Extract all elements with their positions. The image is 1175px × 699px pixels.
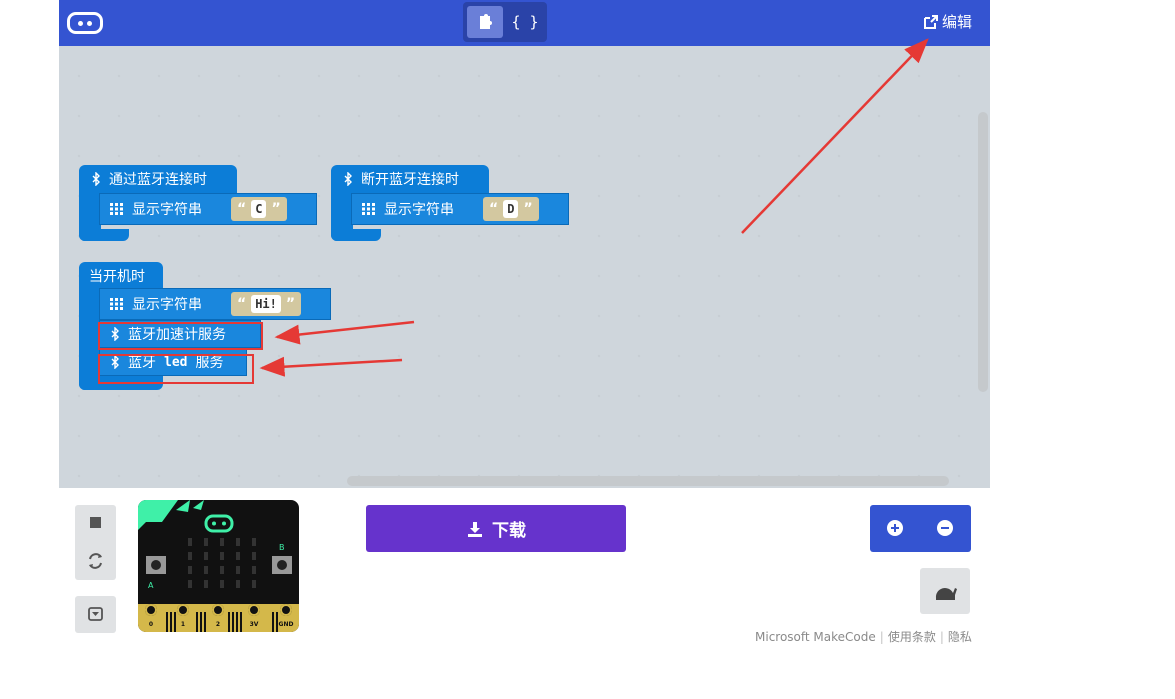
blocks-workspace[interactable]: 通过蓝牙连接时 显示字符串 “C” 断开蓝牙连接时 显示字符串 “ D ” 当开… [59, 46, 990, 488]
annotation-box [98, 322, 263, 350]
download-button[interactable]: 下载 [366, 505, 626, 552]
bluetooth-icon [92, 172, 100, 186]
annotation-box [98, 354, 254, 384]
external-link-icon [923, 15, 938, 29]
hat-label: 断开蓝牙连接时 [361, 172, 459, 188]
editor-toggle: { } [463, 2, 547, 42]
pin-label: 2 [216, 621, 220, 628]
makecode-editor: { } 编辑 通过蓝牙连接时 显示字符串 “ C ” 断开蓝牙连接时 显示字符串… [0, 0, 1175, 699]
string-value[interactable]: D [503, 200, 519, 218]
show-string-label: 显示字符串 [132, 202, 202, 218]
string-value[interactable]: C [251, 200, 267, 218]
pin-label: 0 [149, 621, 153, 628]
puzzle-icon [480, 14, 492, 29]
stop-icon [90, 517, 101, 528]
zoom-out-button[interactable] [920, 505, 971, 552]
javascript-mode-button[interactable]: { } [507, 6, 543, 38]
bluetooth-icon [344, 172, 352, 186]
led-grid-icon [110, 298, 123, 310]
string-input[interactable]: “Hi!” [231, 292, 302, 316]
hat-label: 当开机时 [89, 269, 145, 285]
footer: Microsoft MakeCode | 使用条款 | 隐私 [755, 630, 972, 644]
string-input[interactable]: “C” [231, 197, 287, 221]
led-grid-icon [110, 203, 123, 215]
string-value[interactable]: Hi! [251, 295, 281, 313]
pin-label: GND [279, 621, 294, 628]
download-label: 下载 [492, 521, 526, 541]
terms-link[interactable]: 使用条款 [888, 630, 936, 644]
show-string-label: 显示字符串 [132, 297, 202, 313]
horizontal-scrollbar[interactable] [347, 476, 949, 486]
pin-label: 1 [181, 621, 185, 628]
simulator-controls [75, 505, 116, 580]
minus-circle-icon [937, 520, 953, 536]
collapse-simulator-button[interactable] [75, 596, 116, 633]
string-input[interactable]: “D” [483, 197, 539, 221]
microbit-logo-icon[interactable] [67, 12, 103, 34]
plus-circle-icon [887, 520, 903, 536]
download-icon [468, 521, 482, 537]
snail-icon [935, 588, 957, 600]
top-toolbar: { } 编辑 [59, 0, 990, 46]
stop-button[interactable] [75, 505, 116, 542]
zoom-in-button[interactable] [870, 505, 920, 552]
zoom-controls [870, 505, 971, 552]
collapse-icon [88, 607, 103, 621]
refresh-icon [89, 553, 102, 569]
microbit-board-graphic: B A 0 1 2 3V GND [138, 500, 299, 632]
slow-mode-button[interactable] [920, 568, 970, 614]
vertical-scrollbar[interactable] [978, 112, 988, 392]
edit-label: 编辑 [941, 13, 972, 31]
button-b-label: B [279, 543, 285, 552]
edit-button[interactable]: 编辑 [923, 10, 972, 34]
pin-label: 3V [250, 621, 259, 628]
privacy-link[interactable]: 隐私 [948, 630, 972, 644]
led-grid-icon [362, 203, 375, 215]
makecode-link[interactable]: Microsoft MakeCode [755, 630, 876, 644]
microbit-simulator[interactable]: B A 0 1 2 3V GND [138, 500, 299, 632]
restart-button[interactable] [75, 542, 116, 580]
show-string-label: 显示字符串 [384, 202, 454, 218]
blocks-mode-button[interactable] [467, 6, 503, 38]
button-a-label: A [148, 581, 154, 590]
hat-label: 通过蓝牙连接时 [109, 172, 207, 188]
